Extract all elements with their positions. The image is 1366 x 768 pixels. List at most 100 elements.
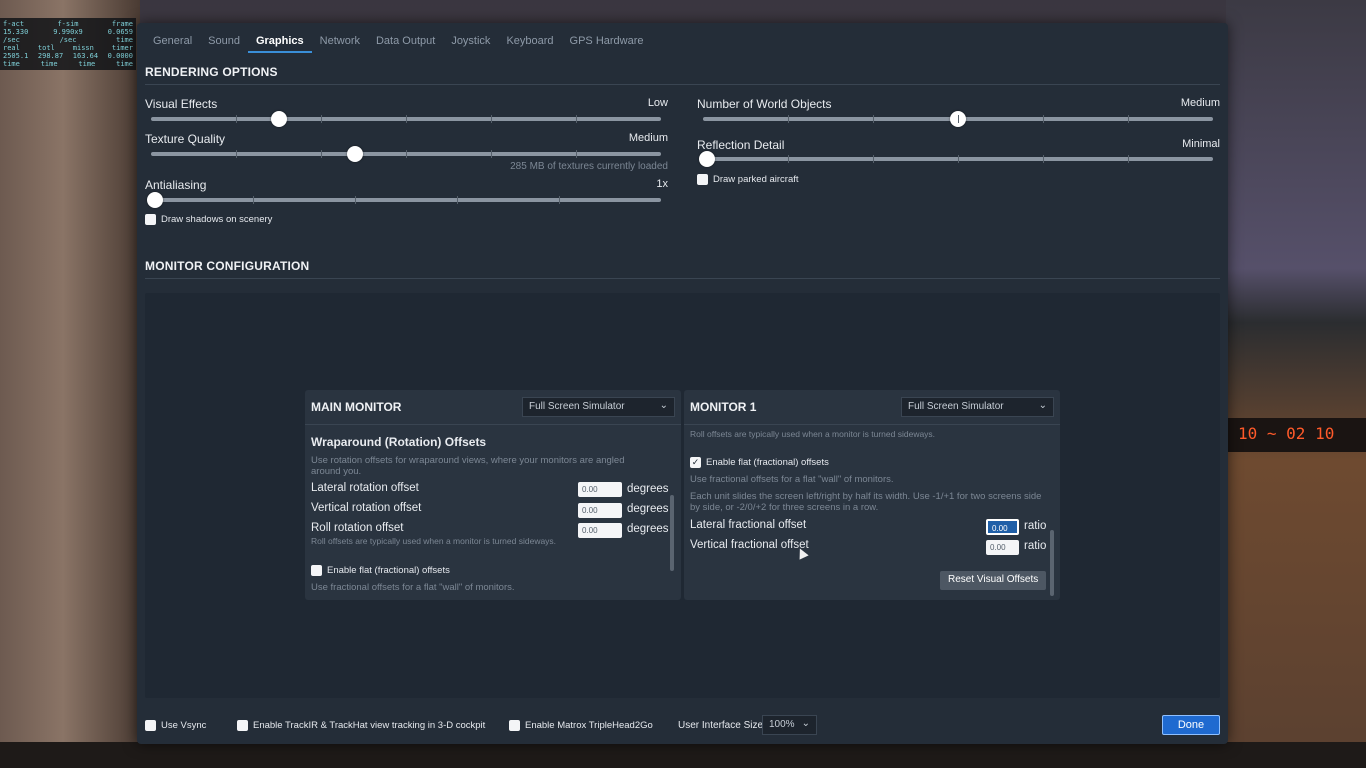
vertical-fractional-input[interactable]: 0.00 bbox=[986, 540, 1019, 555]
ui-size-label: User Interface Size bbox=[678, 720, 764, 731]
tab-graphics[interactable]: Graphics bbox=[247, 33, 312, 53]
texture-quality-value: Medium bbox=[628, 132, 668, 144]
texture-quality-label: Texture Quality bbox=[145, 132, 226, 146]
vsync-checkbox-row[interactable]: Use Vsync bbox=[145, 720, 206, 731]
world-objects-value: Medium bbox=[1180, 97, 1220, 109]
reflection-detail-value: Minimal bbox=[1182, 138, 1220, 150]
monitor-1-mode-value: Full Screen Simulator bbox=[908, 401, 1004, 412]
tab-gps-hardware[interactable]: GPS Hardware bbox=[562, 33, 652, 53]
settings-tabs: General Sound Graphics Network Data Outp… bbox=[145, 33, 652, 55]
slider-tick bbox=[576, 115, 577, 123]
vertical-fractional-unit: ratio bbox=[1024, 540, 1047, 552]
main-flat-offsets-label: Enable flat (fractional) offsets bbox=[327, 565, 450, 576]
main-flat-offsets-description: Use fractional offsets for a flat "wall"… bbox=[311, 582, 515, 593]
vsync-checkbox[interactable] bbox=[145, 720, 156, 731]
slider-tick bbox=[873, 115, 874, 123]
tab-keyboard[interactable]: Keyboard bbox=[498, 33, 561, 53]
roll-rotation-label: Roll rotation offset bbox=[311, 522, 404, 534]
antialiasing-label: Antialiasing bbox=[145, 178, 207, 192]
slider-tick bbox=[491, 150, 492, 158]
slider-tick bbox=[321, 115, 322, 123]
chevron-down-icon: ⌄ bbox=[1038, 400, 1047, 411]
slider-tick bbox=[788, 155, 789, 163]
wraparound-description: Use rotation offsets for wraparound view… bbox=[311, 455, 625, 477]
tab-network[interactable]: Network bbox=[312, 33, 368, 53]
roll-description: Roll offsets are typically used when a m… bbox=[311, 536, 557, 546]
tab-general[interactable]: General bbox=[145, 33, 200, 53]
slider-knob[interactable] bbox=[347, 146, 363, 162]
chevron-down-icon: ⌄ bbox=[801, 718, 810, 729]
visual-effects-value: Low bbox=[647, 97, 668, 109]
divider bbox=[145, 84, 1220, 85]
roll-rotation-input[interactable]: 0.00 bbox=[578, 523, 622, 538]
reset-visual-offsets-button[interactable]: Reset Visual Offsets bbox=[940, 571, 1047, 590]
texture-quality-slider[interactable] bbox=[151, 146, 661, 162]
main-flat-offsets-row[interactable]: Enable flat (fractional) offsets bbox=[311, 565, 450, 576]
reflection-detail-slider[interactable] bbox=[699, 151, 1213, 167]
matrox-checkbox-row[interactable]: Enable Matrox TripleHead2Go bbox=[509, 720, 653, 731]
slider-tick bbox=[457, 196, 458, 204]
matrox-checkbox[interactable] bbox=[509, 720, 520, 731]
chevron-down-icon: ⌄ bbox=[659, 400, 668, 411]
slider-tick bbox=[559, 196, 560, 204]
vertical-rotation-input[interactable]: 0.00 bbox=[578, 503, 622, 518]
monitor-1-roll-description: Roll offsets are typically used when a m… bbox=[690, 429, 936, 439]
monitor-1-flat-offsets-checkbox[interactable]: ✓ bbox=[690, 457, 701, 468]
main-monitor-title: MAIN MONITOR bbox=[311, 400, 402, 414]
lateral-fractional-unit: ratio bbox=[1024, 520, 1047, 532]
lateral-fractional-input[interactable]: 0.00 bbox=[986, 519, 1019, 535]
lateral-rotation-label: Lateral rotation offset bbox=[311, 482, 419, 494]
ui-size-select[interactable]: 100% ⌄ bbox=[762, 715, 817, 735]
world-objects-label: Number of World Objects bbox=[697, 97, 832, 111]
draw-shadows-label: Draw shadows on scenery bbox=[161, 214, 273, 225]
lateral-rotation-input[interactable]: 0.00 bbox=[578, 482, 622, 497]
vertical-rotation-unit: degrees bbox=[627, 503, 669, 515]
monitor-1-flat-offsets-description: Use fractional offsets for a flat "wall"… bbox=[690, 474, 894, 485]
trackir-checkbox[interactable] bbox=[237, 720, 248, 731]
main-flat-offsets-checkbox[interactable] bbox=[311, 565, 322, 576]
slider-tick bbox=[406, 115, 407, 123]
visual-effects-label: Visual Effects bbox=[145, 97, 218, 111]
background-dashboard-bottom bbox=[0, 742, 1366, 768]
roll-rotation-unit: degrees bbox=[627, 523, 669, 535]
slider-knob[interactable] bbox=[270, 111, 287, 127]
slider-tick bbox=[236, 115, 237, 123]
vsync-label: Use Vsync bbox=[161, 720, 207, 731]
draw-shadows-checkbox[interactable] bbox=[145, 214, 156, 225]
done-button[interactable]: Done bbox=[1162, 715, 1220, 735]
trackir-checkbox-row[interactable]: Enable TrackIR & TrackHat view tracking … bbox=[237, 720, 485, 731]
draw-parked-checkbox[interactable] bbox=[697, 174, 708, 185]
visual-effects-slider[interactable] bbox=[151, 111, 661, 127]
reflection-detail-label: Reflection Detail bbox=[697, 138, 785, 152]
framerate-debug-overlay: f-act f-sim frame 15.330 9.990x9 0.0659 /sec… bbox=[0, 18, 136, 70]
slider-knob[interactable] bbox=[699, 151, 715, 167]
draw-parked-checkbox-row[interactable]: Draw parked aircraft bbox=[697, 174, 799, 185]
tab-sound[interactable]: Sound bbox=[200, 33, 248, 53]
slider-tick bbox=[406, 150, 407, 158]
slider-tick bbox=[1043, 155, 1044, 163]
slider-tick bbox=[491, 115, 492, 123]
main-monitor-panel: MAIN MONITOR Full Screen Simulator ⌄ Wra… bbox=[305, 390, 681, 600]
slider-tick bbox=[958, 155, 959, 163]
tab-joystick[interactable]: Joystick bbox=[443, 33, 498, 53]
monitor-1-flat-offsets-row[interactable]: ✓ Enable flat (fractional) offsets bbox=[690, 457, 829, 468]
draw-shadows-checkbox-row[interactable]: Draw shadows on scenery bbox=[145, 214, 272, 225]
texture-memory-note: 285 MB of textures currently loaded bbox=[510, 161, 668, 172]
lateral-rotation-unit: degrees bbox=[627, 483, 669, 495]
monitor-1-scrollbar[interactable] bbox=[1050, 530, 1054, 596]
main-monitor-scrollbar[interactable] bbox=[670, 495, 674, 571]
main-monitor-mode-value: Full Screen Simulator bbox=[529, 401, 625, 412]
antialiasing-slider[interactable] bbox=[147, 192, 661, 208]
background-cockpit-left bbox=[0, 0, 140, 768]
monitor-1-mode-select[interactable]: Full Screen Simulator ⌄ bbox=[901, 397, 1054, 417]
divider bbox=[145, 278, 1220, 279]
settings-window: General Sound Graphics Network Data Outp… bbox=[137, 23, 1228, 744]
slider-tick bbox=[788, 115, 789, 123]
tab-data-output[interactable]: Data Output bbox=[368, 33, 443, 53]
rendering-options-title: RENDERING OPTIONS bbox=[145, 65, 278, 79]
monitor-1-title: MONITOR 1 bbox=[690, 400, 757, 414]
slider-knob[interactable] bbox=[147, 192, 163, 208]
main-monitor-mode-select[interactable]: Full Screen Simulator ⌄ bbox=[522, 397, 675, 417]
world-objects-slider[interactable] bbox=[703, 111, 1213, 127]
matrox-label: Enable Matrox TripleHead2Go bbox=[525, 720, 653, 731]
